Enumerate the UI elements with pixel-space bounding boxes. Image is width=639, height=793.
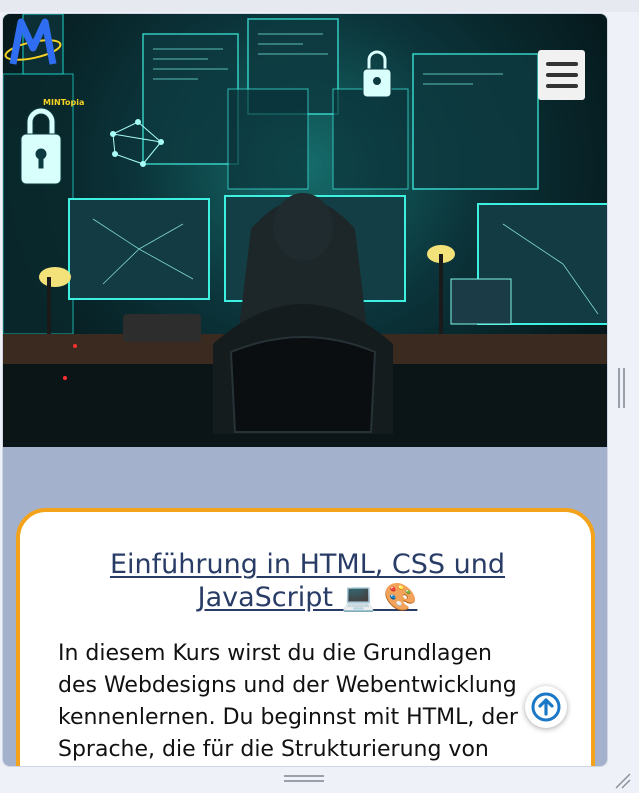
- grip-line: [284, 775, 324, 777]
- course-description-line: Sprache, die für die Strukturierung von: [58, 737, 489, 762]
- hamburger-icon-bar: [545, 62, 578, 66]
- arrow-up-circle-icon: [531, 692, 561, 722]
- logo-text: MINTopia: [43, 98, 85, 107]
- course-description-line: des Webdesigns und der Webentwicklung: [58, 673, 517, 698]
- hamburger-menu-button[interactable]: [538, 50, 585, 100]
- scroll-to-top-button[interactable]: [525, 686, 567, 728]
- horizontal-scrollbar-handle[interactable]: [284, 775, 324, 785]
- hero-image-hacker-cybersecurity: MINTopia: [3, 14, 607, 447]
- course-title-link[interactable]: Einführung in HTML, CSS und JavaScript 💻…: [50, 548, 565, 614]
- hero-illustration: [3, 14, 607, 447]
- browser-top-bar: [0, 0, 639, 12]
- vertical-scrollbar-handle[interactable]: [616, 368, 626, 408]
- grip-line: [622, 368, 625, 408]
- hamburger-icon-bar: [545, 84, 578, 88]
- grip-line: [284, 780, 324, 782]
- course-description: In diesem Kurs wirst du die Grundlagen d…: [58, 638, 550, 766]
- course-title-line: JavaScript 💻 🎨: [197, 582, 418, 613]
- mintopia-logo[interactable]: [3, 14, 65, 76]
- course-title-line: Einführung in HTML, CSS und: [109, 549, 506, 580]
- page-viewport[interactable]: MINTopia Einführung in HTML, CSS und Jav…: [2, 13, 608, 767]
- course-description-line: In diesem Kurs wirst du die Grundlagen: [58, 641, 492, 666]
- course-card: Einführung in HTML, CSS und JavaScript 💻…: [16, 508, 595, 766]
- resize-grip-icon[interactable]: [612, 770, 632, 790]
- grip-line: [617, 368, 620, 408]
- hamburger-icon-bar: [545, 73, 578, 77]
- course-description-line: kennenlernen. Du beginnst mit HTML, der: [58, 705, 518, 730]
